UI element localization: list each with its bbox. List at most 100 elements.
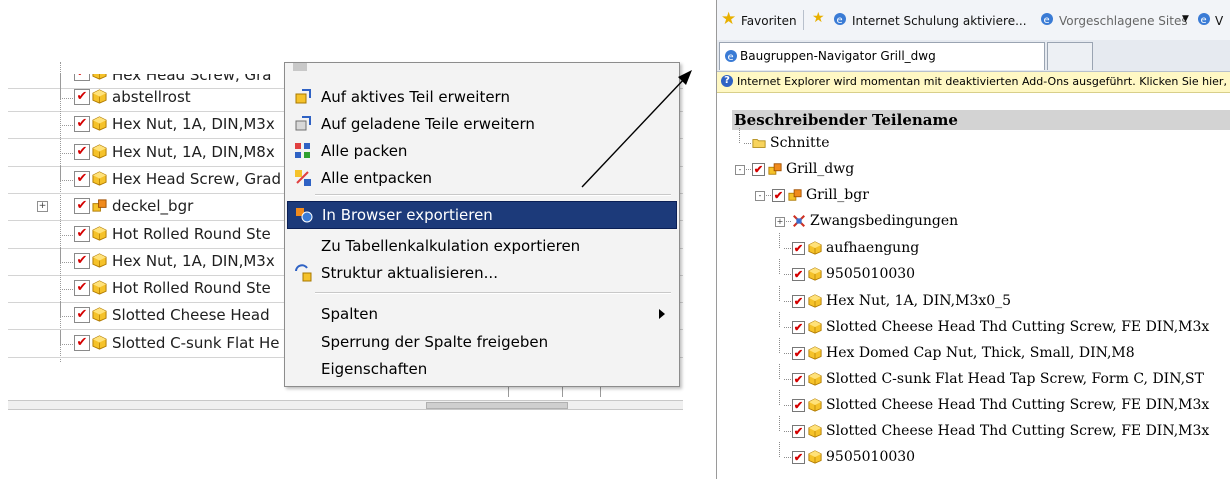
browser-tree-label: Slotted Cheese Head Thd Cutting Screw, F…	[826, 397, 1210, 413]
tree-connector	[779, 259, 780, 274]
part-icon	[808, 320, 822, 334]
part-icon	[92, 144, 107, 159]
part-icon	[92, 280, 107, 295]
unpack-all-icon	[293, 168, 313, 188]
visibility-checkbox[interactable]: ✔	[74, 170, 90, 187]
visibility-checkbox: ✔	[792, 295, 805, 308]
browser-tree-label: Slotted C-sunk Flat Head Tap Screw, Form…	[826, 371, 1204, 387]
menu-item-zu-tabellenkalkulation-exportieren[interactable]: Zu Tabellenkalkulation exportieren	[287, 233, 675, 259]
visibility-checkbox: ✔	[792, 242, 805, 255]
part-icon	[92, 225, 107, 241]
tree-row-label: Hex Nut, 1A, DIN,M3x	[112, 251, 275, 270]
tree-connector	[744, 143, 751, 144]
visibility-checkbox: ✔	[792, 347, 805, 360]
tab-row: e Baugruppen-Navigator Grill_dwg	[717, 40, 1230, 72]
tree-row-label: Hex Head Screw, Gra	[112, 74, 272, 84]
tree-connector	[60, 302, 75, 318]
visibility-checkbox[interactable]: ✔	[74, 74, 90, 81]
part-icon	[808, 398, 822, 412]
tree-connector	[784, 353, 791, 354]
scrollbar-thumb[interactable]	[426, 402, 568, 409]
tree-connector	[784, 379, 791, 380]
fav-link-truncated[interactable]: V	[1215, 14, 1223, 28]
svg-text:e: e	[1044, 15, 1050, 26]
visibility-checkbox[interactable]: ✔	[74, 198, 90, 215]
visibility-checkbox[interactable]: ✔	[74, 89, 90, 105]
browser-tree-label: 9505010030	[826, 266, 916, 282]
visibility-checkbox[interactable]: ✔	[74, 116, 90, 133]
new-tab-button[interactable]	[1047, 42, 1093, 70]
browser-window: ★ Favoriten ★ e Internet Schulung aktivi…	[716, 0, 1230, 479]
tree-connector	[60, 138, 75, 154]
browser-tree-label: Hex Nut, 1A, DIN,M3x0_5	[826, 293, 1012, 309]
browser-tree-label: Slotted Cheese Head Thd Cutting Screw, F…	[826, 423, 1210, 439]
visibility-checkbox[interactable]: ✔	[74, 280, 90, 297]
tree-row-label: Slotted C-sunk Flat He	[112, 333, 280, 352]
favorites-bar: ★ Favoriten ★ e Internet Schulung aktivi…	[717, 0, 1230, 41]
part-icon	[808, 424, 822, 438]
menu-item-label: In Browser exportieren	[322, 206, 493, 224]
browser-tree-label: Zwangsbedingungen	[810, 213, 959, 229]
fav-link-vorgeschlagene-sites[interactable]: Vorgeschlagene Sites	[1059, 14, 1188, 28]
expand-icon[interactable]: +	[775, 217, 785, 227]
menu-item-label: Struktur aktualisieren...	[321, 264, 498, 282]
visibility-checkbox[interactable]: ✔	[74, 252, 90, 269]
ie-icon: e	[1198, 13, 1210, 26]
fav-link-internet-schulung[interactable]: Internet Schulung aktiviere...	[852, 14, 1027, 28]
visibility-checkbox[interactable]: ✔	[74, 307, 90, 324]
part-icon	[808, 294, 822, 308]
menu-item-eigenschaften[interactable]: Eigenschaften	[287, 356, 675, 382]
tree-connector	[779, 338, 780, 353]
info-icon: ?	[721, 75, 733, 87]
tree-row-label: Slotted Cheese Head	[112, 306, 270, 325]
menu-item-label: Zu Tabellenkalkulation exportieren	[321, 237, 581, 255]
visibility-checkbox: ✔	[792, 321, 805, 334]
expand-icon[interactable]: +	[37, 201, 48, 213]
update-structure-icon	[293, 263, 313, 283]
visibility-checkbox: ✔	[772, 189, 785, 202]
export-browser-icon	[294, 205, 314, 225]
tree-row-label: abstellrost	[112, 88, 191, 106]
svg-text:e: e	[728, 52, 734, 63]
favorites-button[interactable]: Favoriten	[741, 14, 797, 28]
horizontal-scrollbar[interactable]	[8, 400, 683, 410]
part-icon	[92, 335, 107, 350]
part-icon	[92, 307, 107, 322]
browser-tree-label: Slotted Cheese Head Thd Cutting Screw, F…	[826, 319, 1210, 335]
menu-item-label: Sperrung der Spalte freigeben	[321, 333, 549, 351]
browser-tree-label: Grill_dwg	[786, 161, 855, 177]
assembly-icon	[788, 188, 802, 202]
menu-item-struktur-aktualisieren[interactable]: Struktur aktualisieren...	[287, 260, 675, 286]
menu-item-label: Alle packen	[321, 142, 408, 160]
visibility-checkbox[interactable]: ✔	[74, 143, 90, 160]
pack-all-icon	[293, 141, 313, 161]
dropdown-arrow-icon[interactable]: ▼	[1182, 14, 1189, 24]
infobar-text: Internet Explorer wird momentan mit deak…	[737, 75, 1230, 88]
part-icon	[808, 372, 822, 386]
menu-item-spalten[interactable]: Spalten	[287, 301, 675, 327]
annotation-arrow	[581, 70, 692, 188]
expand-icon[interactable]: -	[755, 191, 765, 201]
tab-baugruppen-navigator[interactable]: e Baugruppen-Navigator Grill_dwg	[719, 42, 1045, 70]
tree-connector	[779, 416, 780, 431]
assembly-icon	[768, 162, 782, 176]
visibility-checkbox[interactable]: ✔	[74, 225, 90, 242]
expand-icon[interactable]: -	[735, 165, 745, 175]
visibility-checkbox[interactable]: ✔	[74, 334, 90, 351]
part-icon	[92, 171, 107, 186]
add-favorite-icon[interactable]: ★	[812, 10, 825, 26]
part-icon	[92, 89, 107, 104]
tree-connector	[60, 165, 75, 181]
tree-connector	[784, 457, 791, 458]
tree-row-label: deckel_bgr	[112, 197, 194, 216]
information-bar[interactable]: ? Internet Explorer wird momentan mit de…	[717, 72, 1230, 93]
menu-item-sperrung-der-spalte-freigeben[interactable]: Sperrung der Spalte freigeben	[287, 329, 675, 355]
tree-connector	[739, 128, 740, 143]
visibility-checkbox: ✔	[792, 425, 805, 438]
ie-icon: e	[725, 50, 737, 63]
part-icon	[808, 450, 822, 464]
part-icon	[92, 116, 107, 131]
favorites-star-icon[interactable]: ★	[721, 10, 739, 28]
visibility-checkbox: ✔	[752, 163, 765, 176]
tree-connector	[60, 111, 75, 127]
